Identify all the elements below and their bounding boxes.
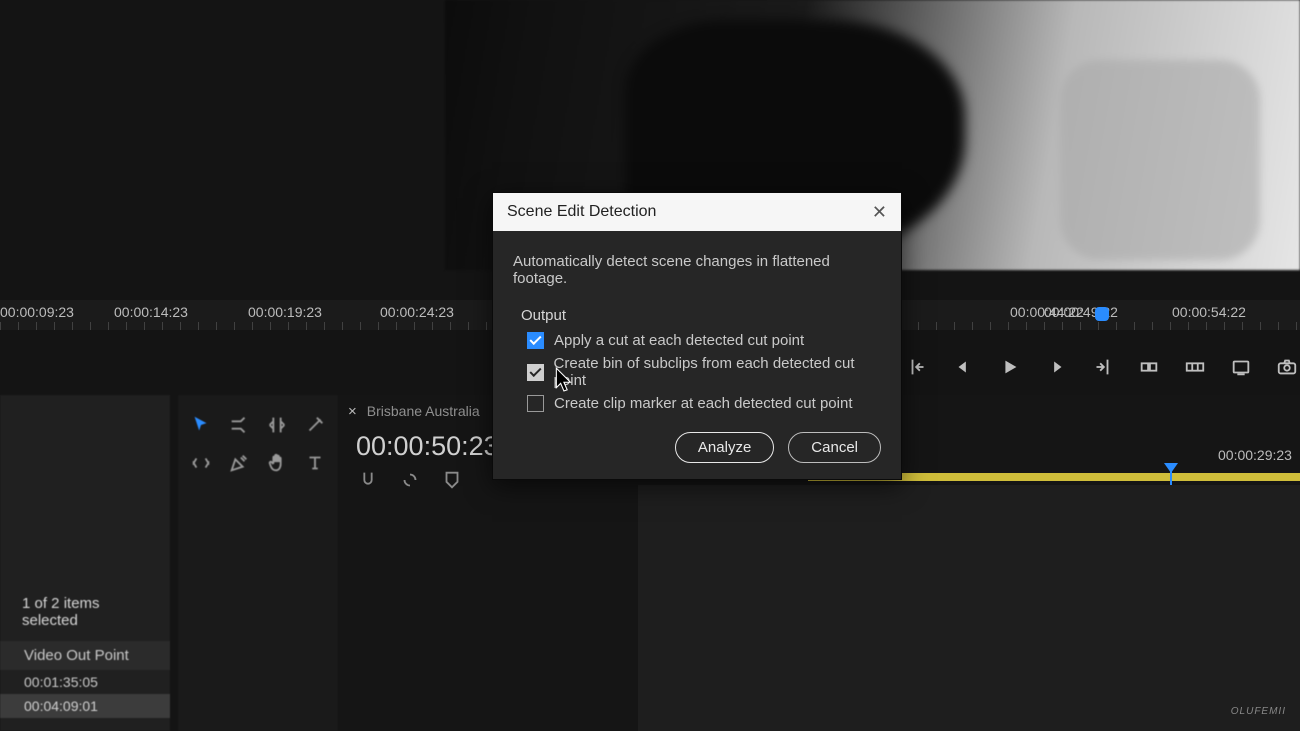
track-select-icon[interactable] <box>226 411 252 439</box>
camera-icon[interactable] <box>1274 353 1300 381</box>
play-icon[interactable] <box>997 353 1023 381</box>
mark-out-icon[interactable] <box>1089 353 1115 381</box>
snap-icon[interactable] <box>356 468 380 492</box>
close-tab-icon[interactable]: × <box>348 403 357 420</box>
ripple-edit-icon[interactable] <box>264 411 290 439</box>
cancel-button[interactable]: Cancel <box>788 432 881 463</box>
option-label: Create bin of subclips from each detecte… <box>554 355 881 389</box>
step-back-icon[interactable] <box>951 353 977 381</box>
pen-tool-icon[interactable] <box>226 449 252 477</box>
linked-selection-icon[interactable] <box>398 468 422 492</box>
program-playhead[interactable] <box>1095 307 1109 321</box>
dialog-description: Automatically detect scene changes in fl… <box>513 253 881 287</box>
table-row[interactable]: 00:01:35:05 <box>0 670 170 694</box>
export-frame-icon[interactable] <box>1228 353 1254 381</box>
mark-in-icon[interactable] <box>905 353 931 381</box>
column-header-video-out[interactable]: Video Out Point <box>0 641 170 670</box>
razor-tool-icon[interactable] <box>302 411 328 439</box>
ruler-tc: 00:00:24:23 <box>380 304 454 320</box>
checkbox-create-bin[interactable] <box>527 364 544 381</box>
analyze-button[interactable]: Analyze <box>675 432 774 463</box>
ruler-tc: 00:00:09:23 <box>0 304 74 320</box>
ruler-tc: 00:00:14:23 <box>114 304 188 320</box>
hand-tool-icon[interactable] <box>264 449 290 477</box>
ruler-tc: 00:00:29:23 <box>1218 447 1292 463</box>
video-frame-bg <box>1060 60 1260 260</box>
slip-tool-icon[interactable] <box>188 449 214 477</box>
step-forward-icon[interactable] <box>1043 353 1069 381</box>
option-apply-cut[interactable]: Apply a cut at each detected cut point <box>527 332 881 349</box>
insert-icon[interactable] <box>1136 353 1162 381</box>
scene-edit-detection-dialog: Scene Edit Detection ✕ Automatically det… <box>492 192 902 480</box>
type-tool-icon[interactable] <box>302 449 328 477</box>
watermark: OLUFEMII <box>1231 706 1286 717</box>
selection-status: 1 of 2 items selected <box>0 395 170 637</box>
marker-icon[interactable] <box>440 468 464 492</box>
option-create-bin[interactable]: Create bin of subclips from each detecte… <box>527 355 881 389</box>
checkbox-apply-cut[interactable] <box>527 332 544 349</box>
selection-tool-icon[interactable] <box>188 411 214 439</box>
track-area[interactable] <box>638 485 1300 731</box>
sequence-tab[interactable]: Brisbane Australia <box>367 403 480 419</box>
dialog-title: Scene Edit Detection <box>507 203 656 221</box>
ruler-tc: 00:00:19:23 <box>248 304 322 320</box>
overwrite-icon[interactable] <box>1182 353 1208 381</box>
output-label: Output <box>521 307 881 324</box>
checkbox-clip-marker[interactable] <box>527 395 544 412</box>
option-label: Create clip marker at each detected cut … <box>554 395 853 412</box>
transport-controls <box>905 350 1300 384</box>
tool-palette <box>178 395 338 731</box>
option-label: Apply a cut at each detected cut point <box>554 332 804 349</box>
dialog-titlebar[interactable]: Scene Edit Detection ✕ <box>493 193 901 231</box>
option-clip-marker[interactable]: Create clip marker at each detected cut … <box>527 395 881 412</box>
ruler-tc: 00:00:54:22 <box>1172 304 1246 320</box>
close-icon[interactable]: ✕ <box>872 202 887 223</box>
project-panel: 1 of 2 items selected Video Out Point 00… <box>0 395 170 731</box>
table-row[interactable]: 00:04:09:01 <box>0 694 170 718</box>
